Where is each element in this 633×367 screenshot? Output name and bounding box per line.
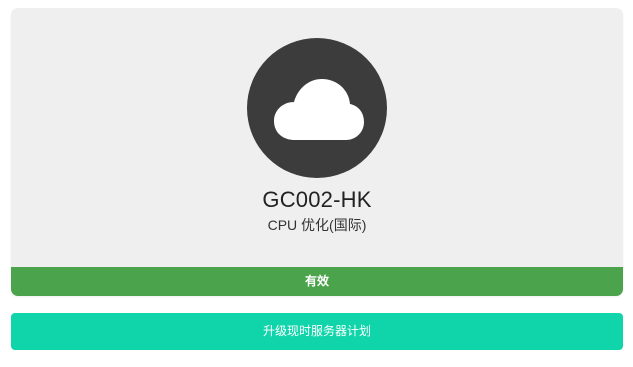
server-plan-page: GC002-HK CPU 优化(国际) 有效 升级现时服务器计划 xyxy=(0,0,633,367)
upgrade-plan-button[interactable]: 升级现时服务器计划 xyxy=(11,313,623,350)
status-bar: 有效 xyxy=(11,267,623,296)
server-card: GC002-HK CPU 优化(国际) 有效 xyxy=(11,8,623,296)
cloud-icon xyxy=(274,79,364,140)
server-avatar xyxy=(247,38,387,178)
server-type: CPU 优化(国际) xyxy=(267,217,367,233)
status-label: 有效 xyxy=(304,274,329,288)
server-name: GC002-HK xyxy=(262,187,372,212)
